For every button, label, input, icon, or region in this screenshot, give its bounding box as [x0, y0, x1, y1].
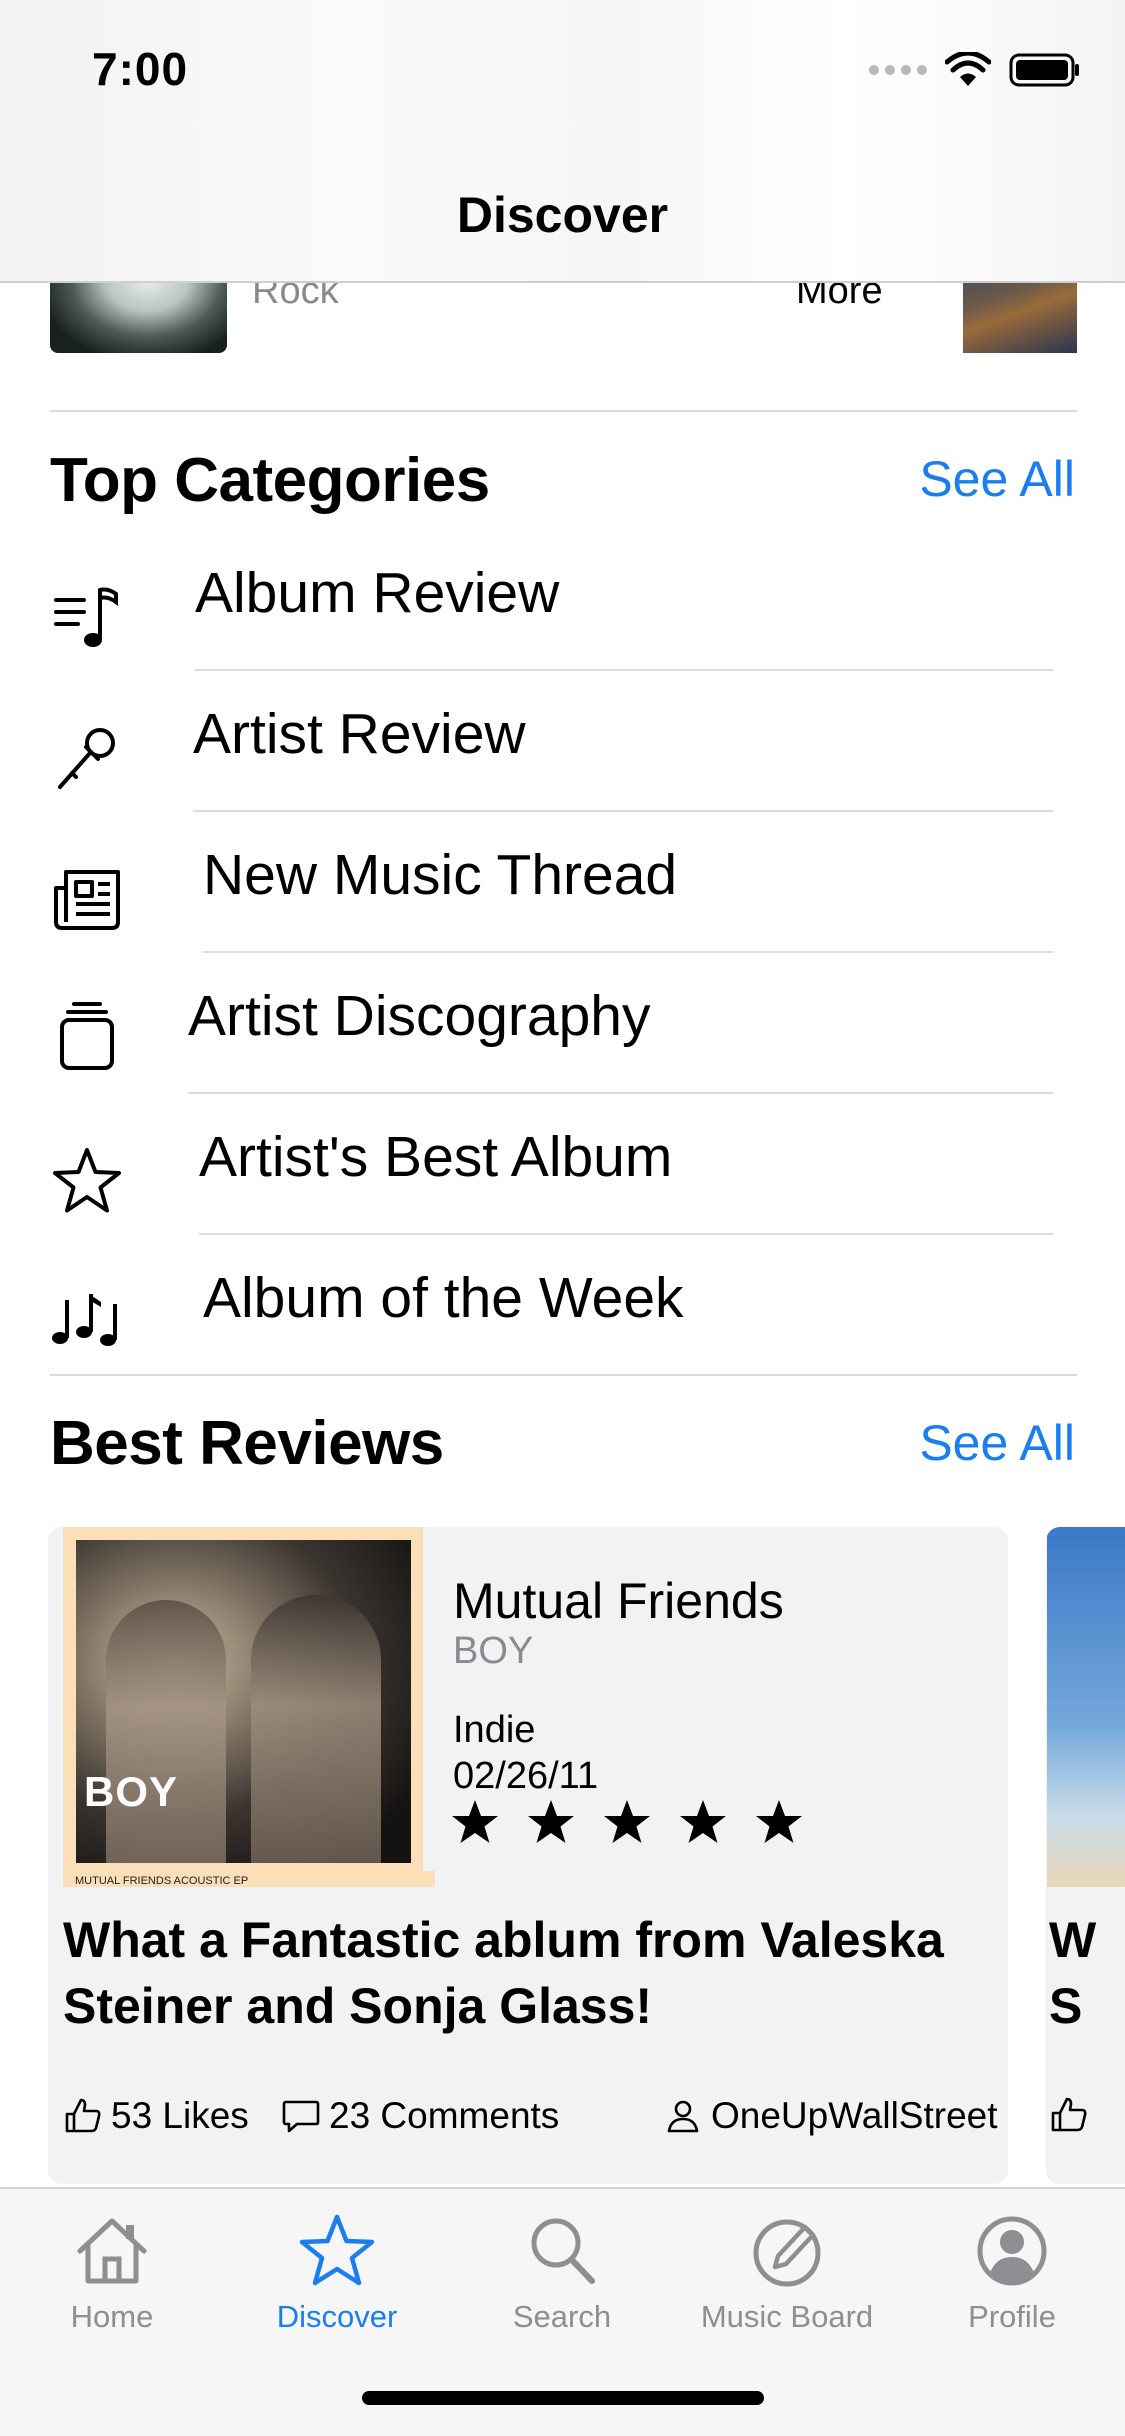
star-icon	[53, 1148, 121, 1213]
newspaper-icon	[54, 870, 120, 930]
status-time: 7:00	[92, 43, 189, 95]
battery-icon	[1009, 53, 1079, 87]
home-indicator	[362, 2391, 764, 2405]
cover-figure	[106, 1600, 226, 1863]
section-divider	[50, 1374, 1077, 1376]
profile-icon	[977, 2216, 1047, 2286]
likes-count: 53 Likes	[111, 2095, 249, 2136]
section-divider	[50, 410, 1077, 412]
top-categories-title: Top Categories	[50, 446, 490, 515]
navigation-bar: 7:00 Discover	[0, 0, 1125, 283]
next-album-cover	[1047, 1527, 1125, 1887]
album-title: Mutual Friends	[453, 1573, 784, 1629]
category-row-artist-review[interactable]: Artist Review	[0, 671, 1125, 812]
next-review-card[interactable]: WS	[1046, 1527, 1125, 2184]
microphone-icon	[58, 728, 115, 789]
review-meta: 53 Likes 23 Comments OneUpWallStreet	[63, 2095, 1003, 2145]
best-reviews-title: Best Reviews	[50, 1409, 444, 1478]
album-genre: Indie	[453, 1709, 536, 1751]
music-list-icon	[54, 587, 118, 647]
category-row-album-review[interactable]: Album Review	[0, 530, 1125, 671]
cellular-signal-icon	[869, 65, 927, 75]
author-name: OneUpWallStreet	[711, 2095, 998, 2136]
comments-button[interactable]: 23 Comments	[281, 2095, 559, 2137]
category-row-artists-best-album[interactable]: Artist's Best Album	[0, 1094, 1125, 1235]
tab-label: Search	[512, 2299, 612, 2334]
page-title: Discover	[456, 187, 669, 243]
search-icon	[531, 2218, 595, 2284]
wifi-icon	[945, 52, 991, 86]
top-categories-see-all[interactable]: See All	[919, 450, 1075, 508]
person-icon	[667, 2100, 699, 2133]
category-label: Artist Discography	[188, 984, 651, 1048]
rating-star-icon	[756, 1800, 802, 1843]
thumbs-up-icon	[1051, 2097, 1087, 2132]
tab-home[interactable]: Home	[12, 2211, 212, 2335]
release-date: 02/26/11	[453, 1755, 599, 1797]
comments-count: 23 Comments	[329, 2095, 560, 2136]
tab-label: Profile	[968, 2299, 1056, 2334]
tab-discover[interactable]: Discover	[237, 2211, 437, 2335]
star-icon	[299, 2214, 375, 2286]
rating-star-icon	[680, 1800, 726, 1843]
category-row-artist-discography[interactable]: Artist Discography	[0, 953, 1125, 1094]
music-notes-icon	[52, 1294, 117, 1346]
rating-star-icon	[528, 1800, 574, 1843]
comment-bubble-icon	[282, 2100, 320, 2133]
tab-label: Music Board	[700, 2299, 874, 2334]
review-headline: What a Fantastic ablum from Valeska Stei…	[63, 1912, 944, 2034]
category-label: Album of the Week	[203, 1266, 684, 1330]
thumbs-up-icon	[65, 2098, 101, 2133]
album-cover[interactable]: BOY MUTUAL FRIENDS ACOUSTIC EP	[63, 1527, 435, 1887]
next-review-headline: WS	[1049, 1912, 1097, 2034]
tab-profile[interactable]: Profile	[912, 2211, 1112, 2335]
category-label: Artist Review	[193, 702, 526, 766]
compose-icon	[753, 2219, 821, 2287]
status-icons	[869, 52, 1081, 88]
review-card[interactable]: BOY MUTUAL FRIENDS ACOUSTIC EP Mutual Fr…	[48, 1527, 1008, 2184]
category-label: Album Review	[195, 561, 560, 625]
cover-band-name: BOY	[84, 1768, 179, 1815]
tab-label: Discover	[276, 2299, 398, 2334]
stack-icon	[60, 1002, 114, 1070]
category-row-new-music-thread[interactable]: New Music Thread	[0, 812, 1125, 953]
rating-star-icon	[452, 1800, 498, 1843]
category-label: New Music Thread	[203, 843, 678, 907]
artist-name: BOY	[453, 1630, 534, 1672]
cover-figure	[251, 1595, 381, 1863]
tab-music-board[interactable]: Music Board	[687, 2211, 887, 2335]
category-row-album-of-the-week[interactable]: Album of the Week	[0, 1235, 1125, 1376]
author-link[interactable]: OneUpWallStreet	[663, 2095, 998, 2137]
home-icon	[77, 2218, 147, 2284]
scroll-content[interactable]: Rock More Top Categories See All Album R…	[0, 0, 1125, 2187]
album-cover-art: BOY	[76, 1540, 411, 1863]
tab-search[interactable]: Search	[462, 2211, 662, 2335]
best-reviews-see-all[interactable]: See All	[919, 1414, 1075, 1472]
category-label: Artist's Best Album	[199, 1125, 673, 1189]
rating-stars	[450, 1797, 804, 1847]
cover-subtitle: MUTUAL FRIENDS ACOUSTIC EP	[75, 1871, 435, 1887]
tab-label: Home	[70, 2299, 154, 2334]
rating-star-icon	[604, 1800, 650, 1843]
likes-button[interactable]: 53 Likes	[63, 2095, 249, 2137]
